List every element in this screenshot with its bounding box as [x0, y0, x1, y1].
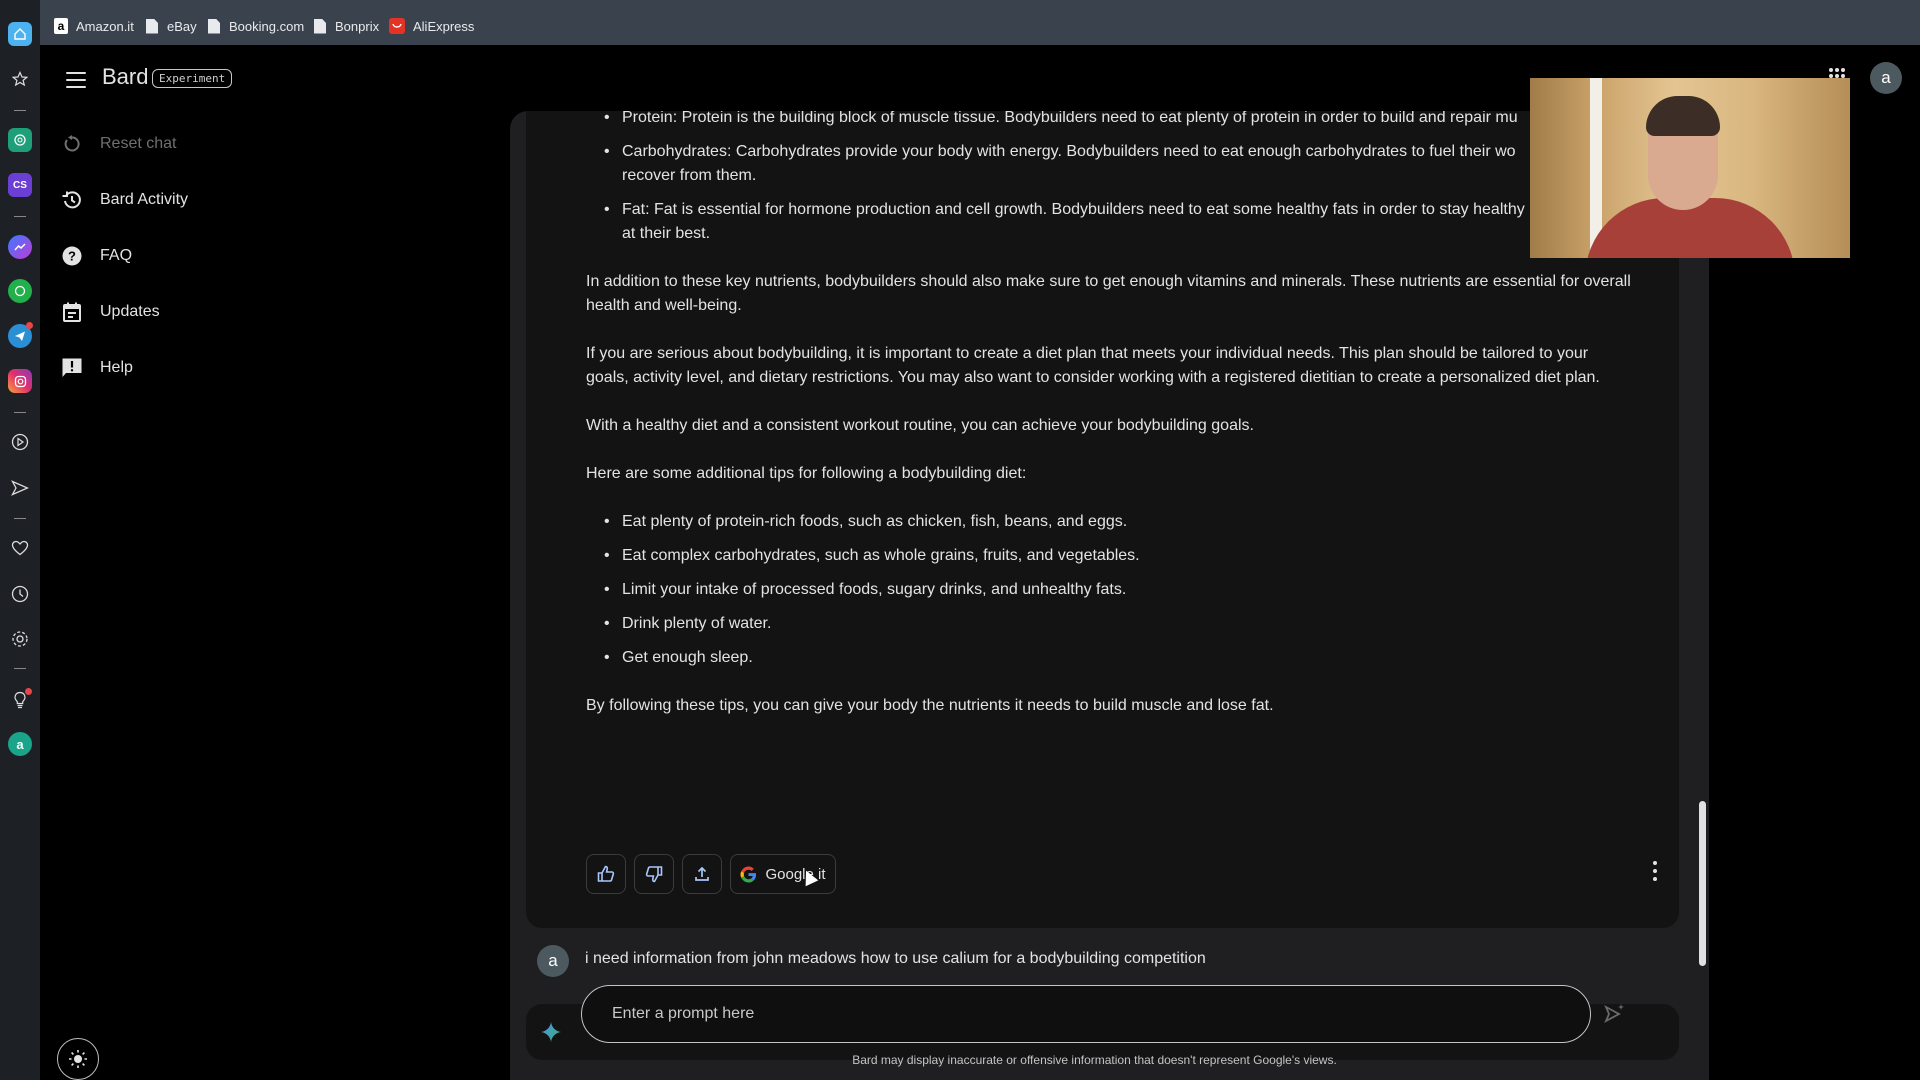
response-bullet: Carbohydrates: Carbohydrates provide you…	[604, 140, 1622, 164]
star-icon[interactable]	[8, 67, 32, 91]
rail-divider	[14, 518, 26, 519]
tip-item: Get enough sleep.	[604, 646, 1622, 670]
rail-divider	[14, 412, 26, 413]
bard-logo: Bard	[102, 64, 149, 89]
tip-item: Eat plenty of protein-rich foods, such a…	[604, 510, 1622, 534]
response-paragraph: In addition to these key nutrients, body…	[586, 273, 1631, 290]
page-icon	[313, 18, 327, 34]
bard-sidebar: Bard Experiment Reset chat Bard Activity…	[40, 45, 510, 1080]
thumbs-down-icon	[645, 866, 663, 883]
response-paragraph: goals, activity level, and dietary restr…	[586, 369, 1600, 386]
history-icon	[62, 190, 82, 210]
google-apps-icon[interactable]	[1829, 68, 1845, 78]
cs-app-icon[interactable]: CS	[8, 173, 32, 197]
reset-icon	[62, 134, 82, 154]
aliexpress-icon	[389, 18, 405, 34]
bookmark-bonprix[interactable]: Bonprix	[313, 18, 379, 34]
help-circle-icon: ?	[62, 246, 82, 266]
instagram-icon[interactable]	[8, 369, 32, 393]
send-icon[interactable]	[8, 476, 32, 500]
response-paragraph: health and well-being.	[586, 297, 742, 314]
response-bullet-continuation: at their best.	[622, 225, 711, 242]
more-options-button[interactable]	[1651, 861, 1659, 881]
prompt-input-box[interactable]	[581, 985, 1591, 1043]
response-closing: By following these tips, you can give yo…	[586, 697, 1274, 714]
history-clock-icon[interactable]	[8, 582, 32, 606]
response-paragraph: With a healthy diet and a consistent wor…	[586, 417, 1254, 434]
thumbs-up-button[interactable]	[586, 854, 626, 894]
scrollbar-thumb[interactable]	[1699, 801, 1706, 966]
menu-icon[interactable]	[66, 72, 86, 88]
bookmark-aliexpress[interactable]: AliExpress	[389, 18, 474, 34]
rail-divider	[14, 110, 26, 111]
user-avatar: a	[537, 945, 569, 977]
amazon-icon: a	[54, 18, 68, 34]
sidebar-item-faq[interactable]: ? FAQ	[62, 246, 132, 266]
thumbs-up-icon	[597, 865, 615, 882]
webcam-person-hair	[1646, 96, 1720, 136]
response-paragraph: Here are some additional tips for follow…	[586, 465, 1027, 482]
whatsapp-icon[interactable]	[8, 279, 32, 303]
chatgpt-icon[interactable]	[8, 128, 32, 152]
sidebar-item-reset-chat[interactable]: Reset chat	[62, 134, 176, 154]
rail-divider	[14, 668, 26, 669]
notification-dot	[26, 322, 33, 329]
webcam-overlay	[1530, 78, 1850, 258]
bookmark-ebay[interactable]: eBay	[145, 18, 197, 34]
telegram-icon[interactable]	[8, 322, 33, 348]
bookmark-amazon[interactable]: a Amazon.it	[54, 18, 134, 34]
tip-item: Eat complex carbohydrates, such as whole…	[604, 544, 1622, 568]
lightbulb-icon[interactable]	[8, 688, 32, 712]
upload-icon	[695, 866, 709, 881]
home-icon[interactable]	[8, 22, 32, 46]
send-button[interactable]	[1600, 999, 1630, 1029]
calendar-icon	[62, 302, 82, 322]
share-button[interactable]	[682, 854, 722, 894]
page-icon	[145, 18, 159, 34]
response-bullet: Fat: Fat is essential for hormone produc…	[604, 198, 1622, 222]
sidebar-item-help[interactable]: Help	[62, 358, 133, 378]
experiment-badge: Experiment	[152, 69, 233, 88]
heart-icon[interactable]	[8, 536, 32, 560]
prompt-input[interactable]	[612, 986, 1552, 1041]
settings-icon[interactable]	[8, 627, 32, 651]
theme-toggle-button[interactable]	[57, 1038, 99, 1080]
sidebar-item-bard-activity[interactable]: Bard Activity	[62, 190, 188, 210]
bookmark-booking[interactable]: Booking.com	[207, 18, 304, 34]
user-query-text: i need information from john meadows how…	[585, 950, 1206, 967]
send-sparkle-icon	[1604, 1004, 1624, 1024]
sun-icon	[69, 1050, 87, 1068]
bard-sparkle-icon	[541, 1022, 561, 1042]
sidebar-item-updates[interactable]: Updates	[62, 302, 160, 322]
thumbs-down-button[interactable]	[634, 854, 674, 894]
bookmarks-bar: a Amazon.it eBay Booking.com Bonprix Ali…	[40, 0, 1920, 45]
response-bullet: Protein: Protein is the building block o…	[604, 111, 1622, 130]
messenger-icon[interactable]	[8, 235, 32, 259]
response-paragraph: If you are serious about bodybuilding, i…	[586, 345, 1589, 362]
notification-dot	[25, 688, 32, 695]
user-a-app-icon[interactable]: a	[8, 732, 32, 756]
browser-side-rail: CS a	[0, 0, 40, 1080]
tip-item: Drink plenty of water.	[604, 612, 1622, 636]
svg-text:?: ?	[68, 249, 76, 264]
disclaimer-text: Bard may display inaccurate or offensive…	[852, 1053, 1337, 1067]
page-icon	[207, 18, 221, 34]
bard-response-card: Protein: Protein is the building block o…	[526, 111, 1679, 928]
rail-divider	[14, 216, 26, 217]
google-g-icon	[740, 865, 757, 883]
account-avatar[interactable]: a	[1870, 62, 1902, 94]
tip-item: Limit your intake of processed foods, su…	[604, 578, 1622, 602]
feedback-icon	[62, 358, 82, 378]
response-bullet-continuation: recover from them.	[622, 167, 757, 184]
player-icon[interactable]	[8, 430, 32, 454]
google-it-button[interactable]: Google it	[730, 854, 836, 894]
